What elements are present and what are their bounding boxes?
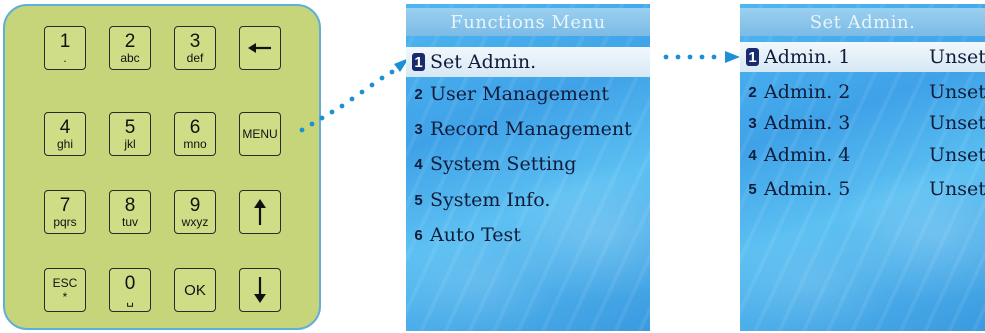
admin-item-number: 1 bbox=[746, 48, 759, 66]
admin-item-2[interactable]: 2 Admin. 2 Unset bbox=[740, 77, 985, 107]
functions-menu-title: Functions Menu bbox=[406, 8, 650, 36]
menu-item-number: 4 bbox=[414, 155, 423, 173]
up-key[interactable] bbox=[239, 190, 281, 234]
menu-item-number: 2 bbox=[414, 85, 423, 103]
admin-item-4[interactable]: 4 Admin. 4 Unset bbox=[740, 140, 985, 170]
admin-item-label: Admin. 1 bbox=[764, 46, 851, 68]
admin-item-label: Admin. 3 bbox=[764, 112, 851, 134]
esc-key-label: ESC bbox=[52, 276, 78, 290]
key-3[interactable]: 3 def bbox=[174, 26, 216, 70]
admin-item-number: 4 bbox=[748, 146, 757, 164]
admin-item-status: Unset bbox=[929, 144, 985, 166]
key-3-letters: def bbox=[186, 50, 204, 65]
connector-dots-menu bbox=[299, 58, 409, 133]
menu-item-system-setting[interactable]: 4 System Setting bbox=[406, 149, 650, 179]
set-admin-screen: Set Admin. 1 Admin. 1 Unset 2 Admin. 2 U… bbox=[740, 4, 985, 331]
menu-item-label: Set Admin. bbox=[430, 51, 537, 73]
admin-item-status: Unset bbox=[929, 46, 985, 68]
key-9[interactable]: 9 wxyz bbox=[174, 190, 216, 234]
admin-item-1[interactable]: 1 Admin. 1 Unset bbox=[740, 42, 985, 72]
key-6[interactable]: 6 mno bbox=[174, 112, 216, 156]
keypad-panel: 1 . 2 abc 3 def 4 ghi 5 jkl 6 mno MENU 7… bbox=[3, 4, 321, 330]
admin-item-number: 5 bbox=[748, 180, 757, 198]
key-4[interactable]: 4 ghi bbox=[44, 112, 86, 156]
key-8[interactable]: 8 tuv bbox=[109, 190, 151, 234]
key-5[interactable]: 5 jkl bbox=[109, 112, 151, 156]
menu-item-label: Record Management bbox=[430, 118, 632, 140]
esc-key-symbol: * bbox=[62, 290, 68, 304]
key-0[interactable]: 0 ␣ bbox=[109, 268, 151, 312]
menu-key-label: MENU bbox=[242, 127, 278, 141]
menu-item-label: System Info. bbox=[430, 189, 551, 211]
admin-item-5[interactable]: 5 Admin. 5 Unset bbox=[740, 174, 985, 204]
menu-item-label: Auto Test bbox=[430, 224, 521, 246]
menu-item-number: 1 bbox=[412, 53, 425, 71]
admin-item-number: 2 bbox=[748, 83, 757, 101]
menu-item-number: 5 bbox=[414, 191, 423, 209]
key-4-digit: 4 bbox=[59, 116, 71, 138]
ok-key-label: OK bbox=[184, 281, 206, 299]
menu-item-number: 3 bbox=[414, 120, 423, 138]
connector-dots-set-admin bbox=[663, 51, 740, 63]
key-1[interactable]: 1 . bbox=[44, 26, 86, 70]
admin-item-status: Unset bbox=[929, 178, 985, 200]
key-6-letters: mno bbox=[183, 136, 207, 151]
key-0-space: ␣ bbox=[126, 292, 134, 307]
connector-arrowhead-icon bbox=[725, 51, 740, 63]
menu-item-number: 6 bbox=[414, 226, 423, 244]
key-5-digit: 5 bbox=[124, 116, 136, 138]
key-7-letters: pqrs bbox=[53, 214, 77, 229]
backspace-arrow-icon bbox=[248, 43, 271, 53]
key-9-digit: 9 bbox=[189, 194, 201, 216]
arrow-up-icon bbox=[254, 199, 266, 225]
key-2[interactable]: 2 abc bbox=[109, 26, 151, 70]
menu-item-set-admin[interactable]: 1 Set Admin. bbox=[406, 47, 650, 77]
key-7[interactable]: 7 pqrs bbox=[44, 190, 86, 234]
admin-item-label: Admin. 5 bbox=[764, 178, 851, 200]
key-8-digit: 8 bbox=[124, 194, 136, 216]
admin-item-number: 3 bbox=[748, 114, 757, 132]
key-6-digit: 6 bbox=[189, 116, 201, 138]
key-3-digit: 3 bbox=[189, 30, 201, 52]
admin-item-label: Admin. 2 bbox=[764, 81, 851, 103]
key-5-letters: jkl bbox=[124, 136, 136, 151]
menu-item-system-info[interactable]: 5 System Info. bbox=[406, 185, 650, 215]
key-1-letters: . bbox=[63, 50, 67, 65]
menu-item-label: User Management bbox=[430, 83, 610, 105]
menu-key[interactable]: MENU bbox=[239, 112, 281, 156]
menu-item-user-management[interactable]: 2 User Management bbox=[406, 79, 650, 109]
backspace-key[interactable] bbox=[239, 26, 281, 70]
arrow-down-icon bbox=[254, 277, 266, 303]
admin-item-status: Unset bbox=[929, 81, 985, 103]
down-key[interactable] bbox=[239, 268, 281, 312]
key-8-letters: tuv bbox=[121, 214, 138, 229]
menu-item-label: System Setting bbox=[430, 153, 577, 175]
key-7-digit: 7 bbox=[59, 194, 71, 216]
admin-item-status: Unset bbox=[929, 112, 985, 134]
functions-menu-screen: Functions Menu 1 Set Admin. 2 User Manag… bbox=[406, 4, 650, 331]
menu-item-record-management[interactable]: 3 Record Management bbox=[406, 114, 650, 144]
key-2-letters: abc bbox=[120, 50, 140, 65]
esc-key[interactable]: ESC * bbox=[44, 268, 86, 312]
ok-key[interactable]: OK bbox=[174, 268, 216, 312]
key-4-letters: ghi bbox=[56, 136, 73, 151]
admin-item-3[interactable]: 3 Admin. 3 Unset bbox=[740, 108, 985, 138]
menu-item-auto-test[interactable]: 6 Auto Test bbox=[406, 220, 650, 250]
key-1-digit: 1 bbox=[59, 30, 71, 52]
key-9-letters: wxyz bbox=[181, 214, 209, 229]
set-admin-title: Set Admin. bbox=[740, 8, 985, 36]
key-2-digit: 2 bbox=[124, 30, 136, 52]
key-0-digit: 0 bbox=[124, 272, 136, 294]
admin-item-label: Admin. 4 bbox=[764, 144, 851, 166]
